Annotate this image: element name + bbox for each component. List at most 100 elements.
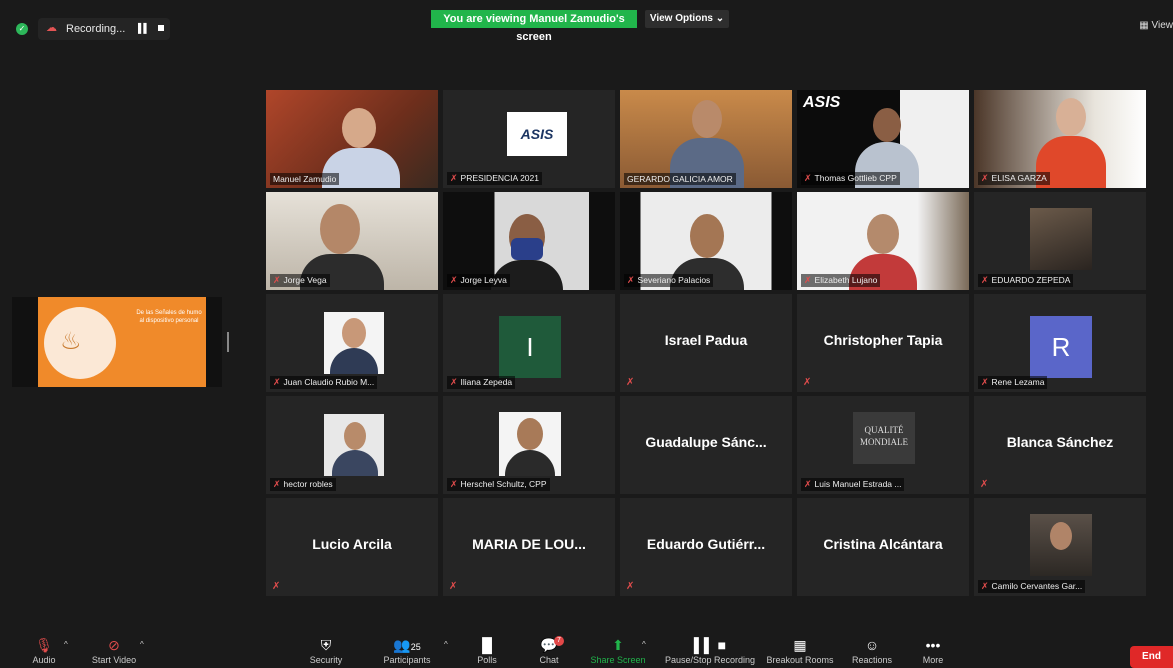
- cloud-recording-icon: ☁: [46, 22, 57, 34]
- participant-name: ✗ Iliana Zepeda: [447, 376, 516, 389]
- share-screen-button[interactable]: ⬆ Share Screen: [588, 636, 648, 666]
- breakout-rooms-icon: ▦: [793, 637, 807, 653]
- microphone-icon: 🎙: [35, 637, 53, 653]
- participants-icon: 👥25: [393, 637, 421, 653]
- participant-tile[interactable]: Christopher Tapia ✗: [797, 294, 969, 392]
- participant-name: ✗ Luis Manuel Estrada ...: [801, 478, 905, 491]
- participant-tile[interactable]: Guadalupe Sánc...: [620, 396, 792, 494]
- participant-tile[interactable]: ✗ Camilo Cervantes Gar...: [974, 498, 1146, 596]
- participant-tile[interactable]: Cristina Alcántara: [797, 498, 969, 596]
- muted-mic-icon: ✗: [981, 275, 989, 285]
- shield-icon[interactable]: ✓: [16, 23, 28, 35]
- participant-tile[interactable]: ✗ hector robles: [266, 396, 438, 494]
- muted-mic-icon: ✗: [626, 377, 635, 388]
- participant-name: ✗ Thomas Gottlieb CPP: [801, 172, 900, 185]
- start-video-label: Start Video: [91, 655, 137, 665]
- participant-display-name: Guadalupe Sánc...: [645, 434, 767, 450]
- participant-tile[interactable]: ✗ Jorge Leyva: [443, 192, 615, 290]
- participants-options-chevron-icon[interactable]: ^: [444, 640, 448, 649]
- participant-tile[interactable]: Manuel Zamudio: [266, 90, 438, 188]
- audio-button[interactable]: 🎙 Audio: [26, 636, 62, 666]
- avatar: R: [1030, 316, 1092, 378]
- participant-tile[interactable]: ASIS ✗ Thomas Gottlieb CPP: [797, 90, 969, 188]
- avatar: I: [499, 316, 561, 378]
- face-mask: [511, 238, 543, 260]
- participant-name: ✗ Severiano Palacios: [624, 274, 714, 287]
- pause-stop-recording-button[interactable]: ▌▌ ■ Pause/Stop Recording: [660, 636, 760, 666]
- participant-tile[interactable]: Israel Padua ✗: [620, 294, 792, 392]
- muted-mic-icon: ✗: [450, 377, 458, 387]
- participant-tile[interactable]: I ✗ Iliana Zepeda: [443, 294, 615, 392]
- muted-mic-icon: ✗: [273, 377, 281, 387]
- security-label: Security: [309, 655, 343, 665]
- participant-tile[interactable]: Eduardo Gutiérr... ✗: [620, 498, 792, 596]
- participant-name: ✗ Camilo Cervantes Gar...: [978, 580, 1086, 593]
- participant-name: ✗ ELISA GARZA: [978, 172, 1050, 185]
- pause-recording-icon[interactable]: ▌▌: [138, 23, 150, 33]
- muted-mic-icon: ✗: [273, 275, 281, 285]
- participants-button[interactable]: 👥25 Participants: [378, 636, 436, 666]
- participant-display-name: Eduardo Gutiérr...: [646, 536, 766, 552]
- video-options-chevron-icon[interactable]: ^: [140, 640, 144, 649]
- participant-tile[interactable]: R ✗ Rene Lezama: [974, 294, 1146, 392]
- breakout-rooms-button[interactable]: ▦ Breakout Rooms: [764, 636, 836, 666]
- muted-mic-icon: ✗: [450, 173, 458, 183]
- slide-text: De las Señales de humo al dispositivo pe…: [136, 310, 202, 324]
- more-button[interactable]: ••• More: [916, 636, 950, 666]
- participant-video: [342, 108, 376, 148]
- participant-name: ✗ EDUARDO ZEPEDA: [978, 274, 1074, 287]
- muted-mic-icon: ✗: [272, 581, 281, 592]
- view-button[interactable]: ▦ View: [1139, 20, 1173, 31]
- top-bar: ✓ ☁ Recording... ▌▌ You are viewing Manu…: [0, 10, 1173, 43]
- participant-name: ✗ Rene Lezama: [978, 376, 1048, 389]
- security-button[interactable]: ⛨ Security: [306, 636, 346, 666]
- chat-unread-badge: 7: [554, 636, 564, 646]
- end-meeting-button[interactable]: End: [1130, 646, 1173, 668]
- participant-tile[interactable]: ✗ Herschel Schultz, CPP: [443, 396, 615, 494]
- breakout-rooms-label: Breakout Rooms: [766, 655, 834, 665]
- pause-stop-icon: ▌▌ ■: [693, 637, 727, 653]
- participant-tile[interactable]: MARIA DE LOU... ✗: [443, 498, 615, 596]
- participant-tile[interactable]: ✗ Jorge Vega: [266, 192, 438, 290]
- participant-tile[interactable]: ASIS ✗ PRESIDENCIA 2021: [443, 90, 615, 188]
- participant-name: GERARDO GALICIA AMOR: [624, 173, 736, 185]
- participant-name: ✗ PRESIDENCIA 2021: [447, 172, 542, 185]
- participant-video: [320, 204, 360, 254]
- reactions-button[interactable]: ☺ Reactions: [846, 636, 898, 666]
- recording-indicator[interactable]: ☁ Recording... ▌▌: [38, 18, 170, 40]
- qualite-mondiale-logo: QUALITÉ MONDIALE: [853, 412, 915, 464]
- participant-video: [873, 108, 901, 142]
- grid-icon: ▦: [1139, 20, 1152, 31]
- participant-name: ✗ Elizabeth Lujano: [801, 274, 881, 287]
- participant-tile[interactable]: ✗ ELISA GARZA: [974, 90, 1146, 188]
- participant-tile[interactable]: Lucio Arcila ✗: [266, 498, 438, 596]
- start-video-button[interactable]: ⊘ Start Video: [86, 636, 142, 666]
- participant-display-name: Lucio Arcila: [312, 536, 392, 552]
- participant-tile[interactable]: ✗ EDUARDO ZEPEDA: [974, 192, 1146, 290]
- participant-display-name: MARIA DE LOU...: [472, 536, 586, 552]
- stop-recording-icon[interactable]: [158, 25, 164, 31]
- resize-handle[interactable]: [227, 332, 229, 352]
- participant-video: [690, 214, 724, 258]
- participant-tile[interactable]: QUALITÉ MONDIALE ✗ Luis Manuel Estrada ..…: [797, 396, 969, 494]
- participants-count: 25: [410, 642, 421, 652]
- participant-tile[interactable]: GERARDO GALICIA AMOR: [620, 90, 792, 188]
- participant-tile[interactable]: ✗ Juan Claudio Rubio M...: [266, 294, 438, 392]
- participant-tile[interactable]: ✗ Elizabeth Lujano: [797, 192, 969, 290]
- asis-logo: ASIS: [507, 112, 567, 156]
- view-options-button[interactable]: View Options ⌄: [645, 10, 729, 28]
- muted-mic-icon: ✗: [626, 581, 635, 592]
- muted-mic-icon: ✗: [803, 377, 812, 388]
- audio-options-chevron-icon[interactable]: ^: [64, 640, 68, 649]
- participant-display-name: Cristina Alcántara: [823, 536, 943, 552]
- participant-tile[interactable]: ✗ Severiano Palacios: [620, 192, 792, 290]
- participant-tile[interactable]: Blanca Sánchez ✗: [974, 396, 1146, 494]
- polls-button[interactable]: ▐▌ Polls: [472, 636, 502, 666]
- participant-name: Manuel Zamudio: [270, 173, 340, 185]
- view-label: View: [1151, 20, 1173, 31]
- share-options-chevron-icon[interactable]: ^: [642, 640, 646, 649]
- chat-label: Chat: [539, 655, 559, 665]
- shared-screen-thumbnail[interactable]: ♨ De las Señales de humo al dispositivo …: [12, 297, 222, 387]
- participant-display-name: Blanca Sánchez: [1006, 434, 1114, 450]
- polls-label: Polls: [477, 655, 497, 665]
